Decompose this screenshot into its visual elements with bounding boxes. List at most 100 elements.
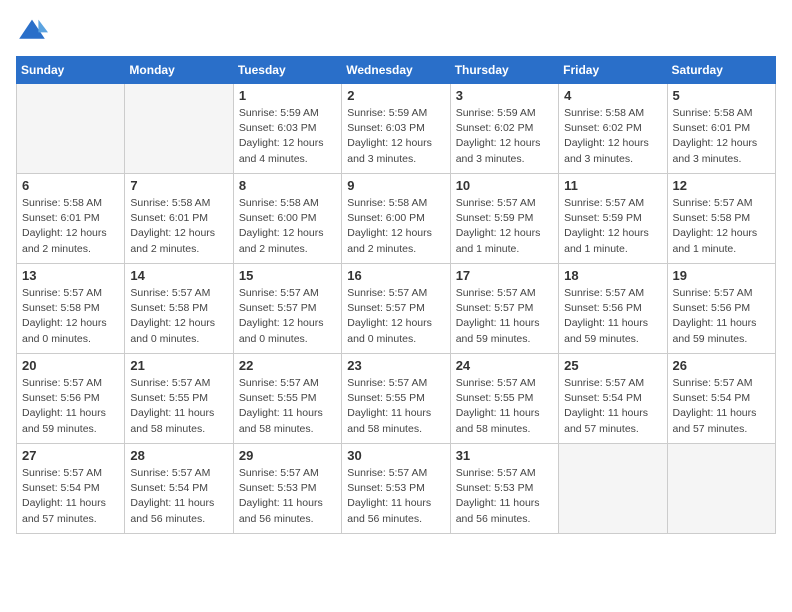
day-info: Sunrise: 5:57 AM Sunset: 5:53 PM Dayligh… (456, 466, 553, 527)
calendar-cell: 31 Sunrise: 5:57 AM Sunset: 5:53 PM Dayli… (450, 444, 558, 534)
day-number: 19 (673, 268, 770, 283)
day-number: 5 (673, 88, 770, 103)
day-number: 18 (564, 268, 661, 283)
calendar-cell: 9 Sunrise: 5:58 AM Sunset: 6:00 PM Daylig… (342, 174, 450, 264)
day-info: Sunrise: 5:58 AM Sunset: 6:00 PM Dayligh… (347, 196, 444, 257)
day-info: Sunrise: 5:57 AM Sunset: 5:55 PM Dayligh… (456, 376, 553, 437)
calendar-cell (559, 444, 667, 534)
calendar-cell: 15Sunrise: 5:57 AM Sunset: 5:57 PM Dayli… (233, 264, 341, 354)
day-number: 23 (347, 358, 444, 373)
day-info: Sunrise: 5:58 AM Sunset: 6:01 PM Dayligh… (22, 196, 119, 257)
day-info: Sunrise: 5:57 AM Sunset: 5:54 PM Dayligh… (673, 376, 770, 437)
day-number: 27 (22, 448, 119, 463)
day-number: 29 (239, 448, 336, 463)
day-header-thursday: Thursday (450, 57, 558, 84)
calendar-cell: 8Sunrise: 5:58 AM Sunset: 6:00 PM Daylig… (233, 174, 341, 264)
calendar-cell: 20 Sunrise: 5:57 AM Sunset: 5:56 PM Dayli… (17, 354, 125, 444)
day-header-tuesday: Tuesday (233, 57, 341, 84)
calendar-cell: 5 Sunrise: 5:58 AM Sunset: 6:01 PM Daylig… (667, 84, 775, 174)
day-info: Sunrise: 5:57 AM Sunset: 5:55 PM Dayligh… (130, 376, 227, 437)
week-row-4: 20 Sunrise: 5:57 AM Sunset: 5:56 PM Dayli… (17, 354, 776, 444)
logo (16, 16, 52, 44)
day-number: 20 (22, 358, 119, 373)
calendar-cell: 29 Sunrise: 5:57 AM Sunset: 5:53 PM Dayli… (233, 444, 341, 534)
day-number: 11 (564, 178, 661, 193)
calendar-cell: 10 Sunrise: 5:57 AM Sunset: 5:59 PM Dayli… (450, 174, 558, 264)
calendar-cell: 28 Sunrise: 5:57 AM Sunset: 5:54 PM Dayli… (125, 444, 233, 534)
day-info: Sunrise: 5:57 AM Sunset: 5:54 PM Dayligh… (564, 376, 661, 437)
day-info: Sunrise: 5:57 AM Sunset: 5:59 PM Dayligh… (456, 196, 553, 257)
day-info: Sunrise: 5:58 AM Sunset: 6:01 PM Dayligh… (673, 106, 770, 167)
day-number: 30 (347, 448, 444, 463)
day-number: 28 (130, 448, 227, 463)
calendar-cell: 19 Sunrise: 5:57 AM Sunset: 5:56 PM Dayli… (667, 264, 775, 354)
calendar-cell: 7Sunrise: 5:58 AM Sunset: 6:01 PM Daylig… (125, 174, 233, 264)
day-info: Sunrise: 5:57 AM Sunset: 5:57 PM Dayligh… (347, 286, 444, 347)
day-header-saturday: Saturday (667, 57, 775, 84)
calendar-cell: 21 Sunrise: 5:57 AM Sunset: 5:55 PM Dayli… (125, 354, 233, 444)
calendar-cell: 27 Sunrise: 5:57 AM Sunset: 5:54 PM Dayli… (17, 444, 125, 534)
day-header-friday: Friday (559, 57, 667, 84)
day-info: Sunrise: 5:58 AM Sunset: 6:01 PM Dayligh… (130, 196, 227, 257)
calendar-cell: 13 Sunrise: 5:57 AM Sunset: 5:58 PM Dayli… (17, 264, 125, 354)
day-info: Sunrise: 5:57 AM Sunset: 5:57 PM Dayligh… (456, 286, 553, 347)
calendar-cell: 16Sunrise: 5:57 AM Sunset: 5:57 PM Dayli… (342, 264, 450, 354)
day-info: Sunrise: 5:57 AM Sunset: 5:54 PM Dayligh… (22, 466, 119, 527)
day-number: 8 (239, 178, 336, 193)
day-info: Sunrise: 5:57 AM Sunset: 5:57 PM Dayligh… (239, 286, 336, 347)
calendar-cell (17, 84, 125, 174)
day-number: 26 (673, 358, 770, 373)
day-info: Sunrise: 5:57 AM Sunset: 5:55 PM Dayligh… (347, 376, 444, 437)
day-number: 14 (130, 268, 227, 283)
day-info: Sunrise: 5:57 AM Sunset: 5:53 PM Dayligh… (239, 466, 336, 527)
day-number: 24 (456, 358, 553, 373)
day-number: 21 (130, 358, 227, 373)
calendar-cell: 18 Sunrise: 5:57 AM Sunset: 5:56 PM Dayli… (559, 264, 667, 354)
day-info: Sunrise: 5:57 AM Sunset: 5:58 PM Dayligh… (130, 286, 227, 347)
week-row-1: 1 Sunrise: 5:59 AM Sunset: 6:03 PM Daylig… (17, 84, 776, 174)
day-info: Sunrise: 5:57 AM Sunset: 5:56 PM Dayligh… (673, 286, 770, 347)
logo-icon (16, 16, 48, 44)
day-number: 17 (456, 268, 553, 283)
day-number: 4 (564, 88, 661, 103)
day-info: Sunrise: 5:57 AM Sunset: 5:56 PM Dayligh… (22, 376, 119, 437)
day-number: 3 (456, 88, 553, 103)
day-number: 13 (22, 268, 119, 283)
day-number: 22 (239, 358, 336, 373)
header (16, 16, 776, 44)
day-info: Sunrise: 5:57 AM Sunset: 5:59 PM Dayligh… (564, 196, 661, 257)
day-header-wednesday: Wednesday (342, 57, 450, 84)
day-number: 2 (347, 88, 444, 103)
calendar-cell: 1 Sunrise: 5:59 AM Sunset: 6:03 PM Daylig… (233, 84, 341, 174)
day-info: Sunrise: 5:57 AM Sunset: 5:58 PM Dayligh… (22, 286, 119, 347)
calendar-cell: 22 Sunrise: 5:57 AM Sunset: 5:55 PM Dayli… (233, 354, 341, 444)
calendar-cell: 2 Sunrise: 5:59 AM Sunset: 6:03 PM Daylig… (342, 84, 450, 174)
day-info: Sunrise: 5:59 AM Sunset: 6:03 PM Dayligh… (239, 106, 336, 167)
day-info: Sunrise: 5:57 AM Sunset: 5:54 PM Dayligh… (130, 466, 227, 527)
day-info: Sunrise: 5:59 AM Sunset: 6:03 PM Dayligh… (347, 106, 444, 167)
calendar-cell: 24 Sunrise: 5:57 AM Sunset: 5:55 PM Dayli… (450, 354, 558, 444)
day-number: 9 (347, 178, 444, 193)
day-info: Sunrise: 5:57 AM Sunset: 5:56 PM Dayligh… (564, 286, 661, 347)
day-header-monday: Monday (125, 57, 233, 84)
calendar-cell: 12 Sunrise: 5:57 AM Sunset: 5:58 PM Dayli… (667, 174, 775, 264)
calendar: SundayMondayTuesdayWednesdayThursdayFrid… (16, 56, 776, 534)
day-header-sunday: Sunday (17, 57, 125, 84)
day-info: Sunrise: 5:57 AM Sunset: 5:58 PM Dayligh… (673, 196, 770, 257)
calendar-cell: 14 Sunrise: 5:57 AM Sunset: 5:58 PM Dayli… (125, 264, 233, 354)
day-number: 10 (456, 178, 553, 193)
day-number: 31 (456, 448, 553, 463)
week-row-3: 13 Sunrise: 5:57 AM Sunset: 5:58 PM Dayli… (17, 264, 776, 354)
day-number: 1 (239, 88, 336, 103)
day-info: Sunrise: 5:57 AM Sunset: 5:53 PM Dayligh… (347, 466, 444, 527)
calendar-cell: 23 Sunrise: 5:57 AM Sunset: 5:55 PM Dayli… (342, 354, 450, 444)
day-number: 25 (564, 358, 661, 373)
week-row-5: 27 Sunrise: 5:57 AM Sunset: 5:54 PM Dayli… (17, 444, 776, 534)
day-number: 12 (673, 178, 770, 193)
week-row-2: 6Sunrise: 5:58 AM Sunset: 6:01 PM Daylig… (17, 174, 776, 264)
calendar-cell: 17 Sunrise: 5:57 AM Sunset: 5:57 PM Dayli… (450, 264, 558, 354)
day-info: Sunrise: 5:59 AM Sunset: 6:02 PM Dayligh… (456, 106, 553, 167)
day-info: Sunrise: 5:58 AM Sunset: 6:02 PM Dayligh… (564, 106, 661, 167)
day-info: Sunrise: 5:57 AM Sunset: 5:55 PM Dayligh… (239, 376, 336, 437)
calendar-cell (667, 444, 775, 534)
